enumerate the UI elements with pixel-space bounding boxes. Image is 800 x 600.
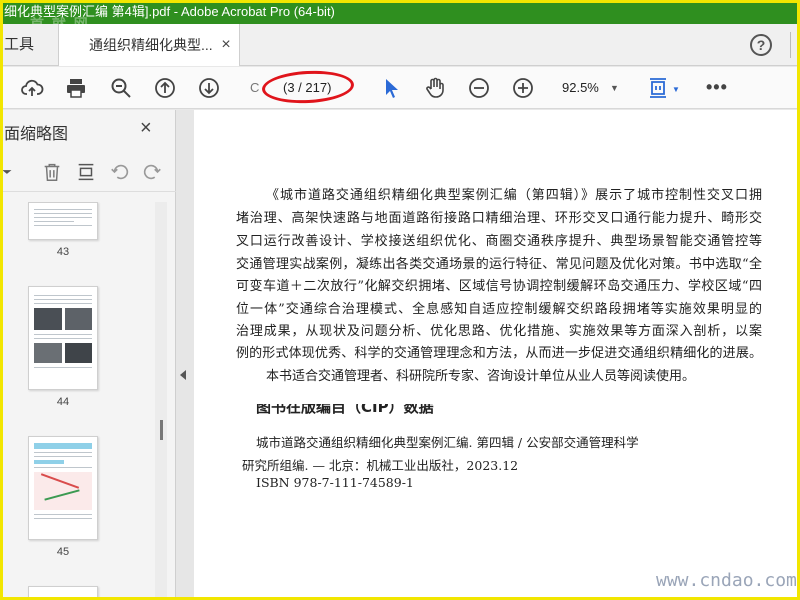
trash-icon[interactable]	[40, 160, 64, 184]
rotate-left-icon[interactable]	[108, 160, 132, 184]
zoom-out-search-icon[interactable]	[108, 75, 134, 101]
cip-line: ISBN 978-7-111-74589-1	[256, 475, 414, 490]
paragraph-line: 叉口运行改善设计、学校接送组织优化、商圈交通秩序提升、典型场景智能交通管控等	[236, 234, 762, 249]
watermark-bottom: www.cndao.com	[656, 570, 797, 591]
page-display-icon[interactable]	[645, 75, 671, 101]
paragraph-line: 《城市道路交通组织精细化典型案例汇编（第四辑）》展示了城市控制性交叉口拥	[266, 188, 762, 203]
options-dropdown-icon[interactable]	[0, 160, 14, 184]
rotate-right-icon[interactable]	[140, 160, 164, 184]
thumbnail-page[interactable]	[28, 436, 98, 540]
page-up-icon[interactable]	[152, 75, 178, 101]
panel-toolbar	[0, 152, 176, 192]
cloud-upload-icon[interactable]	[19, 75, 45, 101]
insert-page-icon[interactable]	[74, 160, 98, 184]
page-down-icon[interactable]	[196, 75, 222, 101]
thumbnail-scrollbar[interactable]	[155, 202, 167, 600]
thumbnail-label: 45	[56, 546, 70, 558]
hand-tool-icon[interactable]	[422, 75, 448, 101]
close-icon[interactable]: ×	[140, 118, 152, 138]
tab-document[interactable]: 通组织精细化典型...	[58, 24, 240, 66]
zoom-in-icon[interactable]	[510, 75, 536, 101]
more-tools-icon[interactable]: •••	[706, 75, 728, 99]
thumbnail-label: 43	[56, 246, 70, 258]
tab-divider	[790, 32, 791, 58]
panel-resize-handle[interactable]	[160, 420, 163, 440]
tab-tools[interactable]: 工具	[0, 24, 58, 66]
paragraph-line: 例的形式体现优秀、科学的交通管理理念和方法，从而进一步促进交通组织精细化的进展。	[236, 346, 762, 361]
paragraph-line: 可变车道＋二次放行”化解交织拥堵、区域信号协调控制缓解环岛交通压力、学校区域“四	[236, 279, 762, 294]
collapse-panel-icon[interactable]	[180, 370, 186, 380]
tab-document-label: 通组织精细化典型...	[89, 37, 213, 53]
close-icon[interactable]: ×	[218, 37, 234, 53]
paragraph-line: 交通管理实战案例，凝练出各类交通场景的运行特征、常见问题及优化对策。书中选取“全	[236, 257, 762, 272]
panel-title: 面缩略图	[4, 126, 69, 143]
paragraph-line: 本书适合交通管理者、科研院所专家、咨询设计单位从业人员等阅读使用。	[266, 369, 696, 384]
help-icon[interactable]: ?	[750, 34, 772, 56]
page-display-dropdown-icon[interactable]: ▼	[672, 85, 680, 94]
paragraph-line: 堵治理、高架快速路与地面道路衔接路口精细治理、环形交叉口通行能力提升、畸形交	[236, 211, 762, 226]
thumbnail-panel: 面缩略图 × 43 44 45	[0, 110, 176, 600]
thumbnail-page[interactable]	[28, 286, 98, 390]
print-icon[interactable]	[63, 75, 89, 101]
toolbar: C (3 / 217) 92.5% ▼ ▼ •••	[0, 67, 800, 109]
paragraph-line: 位一体”交通综合治理模式、全息感知自适应控制缓解交织路段拥堵等实施效果明显的	[236, 302, 762, 317]
zoom-dropdown-icon[interactable]: ▼	[610, 77, 619, 99]
thumbnail-label: 44	[56, 396, 70, 408]
cip-line: 研究所组编. — 北京：机械工业出版社，2023.12	[242, 458, 519, 473]
zoom-out-icon[interactable]	[466, 75, 492, 101]
select-cursor-icon[interactable]	[379, 75, 405, 101]
title-bar: 细化典型案例汇编 第4辑].pdf - Adobe Acrobat Pro (6…	[0, 0, 800, 24]
thumbnail-page[interactable]	[28, 202, 98, 240]
thumbnail-list: 43 44 45	[0, 202, 155, 600]
cip-line: 城市道路交通组织精细化典型案例汇编. 第四辑 / 公安部交通管理科学	[256, 435, 639, 450]
paragraph-line: 治理成果，从现状及问题分析、优化思路、优化措施、实施效果等方面深入剖析，以案	[236, 324, 762, 339]
tab-row: 工具 通组织精细化典型... × ?	[0, 24, 800, 66]
thumbnail-page[interactable]	[28, 586, 98, 600]
cip-heading: 图书在版编目（CIP）数据	[256, 404, 434, 414]
